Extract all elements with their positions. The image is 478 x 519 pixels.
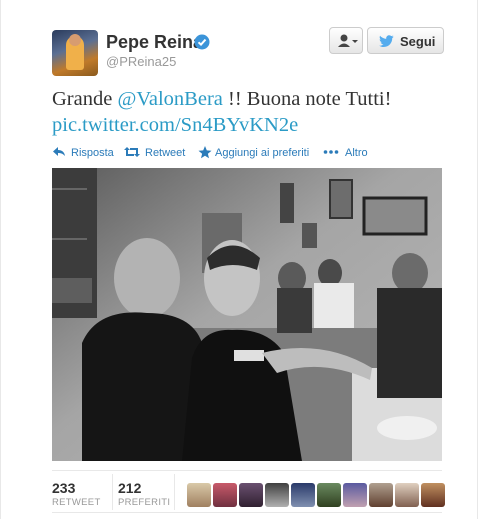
more-label: Altro [345, 147, 368, 159]
retweet-icon [124, 147, 140, 157]
avatar-head [69, 34, 81, 46]
stats-separator [112, 474, 113, 510]
user-avatar[interactable] [52, 30, 98, 76]
star-icon [198, 146, 212, 159]
favoriter-avatar[interactable] [265, 483, 289, 507]
favoriter-avatar[interactable] [317, 483, 341, 507]
follow-button[interactable]: Segui [367, 27, 444, 54]
reply-label: Risposta [71, 147, 114, 159]
reply-icon [53, 147, 65, 156]
retweets-label[interactable]: RETWEET [52, 497, 101, 508]
favoriter-avatar[interactable] [421, 483, 445, 507]
user-actions-button[interactable] [329, 27, 363, 54]
retweets-count[interactable]: 233 [52, 480, 75, 496]
tweet-text-after: !! Buona note Tutti! [222, 88, 392, 110]
favoriter-avatar[interactable] [187, 483, 211, 507]
tweet-text-before: Grande [52, 88, 118, 110]
retweet-label: Retweet [145, 147, 186, 159]
favoriter-avatar[interactable] [343, 483, 367, 507]
pic-link[interactable]: pic.twitter.com/Sn4BYvKN2e [52, 114, 298, 136]
favoriter-avatar[interactable] [395, 483, 419, 507]
user-name[interactable]: Pepe Reina [106, 32, 203, 53]
tweet-text: Grande @ValonBera !! Buona note Tutti! p… [52, 86, 452, 138]
tweet-card: Pepe Reina @PReina25 Segui Grande @Valon… [0, 0, 478, 519]
favoriter-avatar[interactable] [369, 483, 393, 507]
user-handle[interactable]: @PReina25 [106, 54, 176, 69]
tweet-photo[interactable] [52, 168, 442, 461]
follow-label: Segui [400, 34, 436, 49]
favoriter-avatar[interactable] [291, 483, 315, 507]
photo-image [52, 168, 442, 461]
twitter-bird-icon [379, 35, 394, 48]
user-dropdown-icon [338, 34, 358, 47]
favoriter-avatar[interactable] [239, 483, 263, 507]
more-dots-icon [323, 150, 339, 154]
favoriter-avatar[interactable] [213, 483, 237, 507]
favorites-count[interactable]: 212 [118, 480, 141, 496]
favorite-label: Aggiungi ai preferiti [215, 147, 310, 159]
stats-top-divider [52, 470, 442, 471]
mention-link[interactable]: @ValonBera [117, 88, 222, 110]
verified-badge-icon [194, 34, 210, 50]
favorites-label[interactable]: PREFERITI [118, 497, 170, 508]
stats-bottom-divider [52, 512, 442, 513]
faves-separator [174, 474, 175, 510]
